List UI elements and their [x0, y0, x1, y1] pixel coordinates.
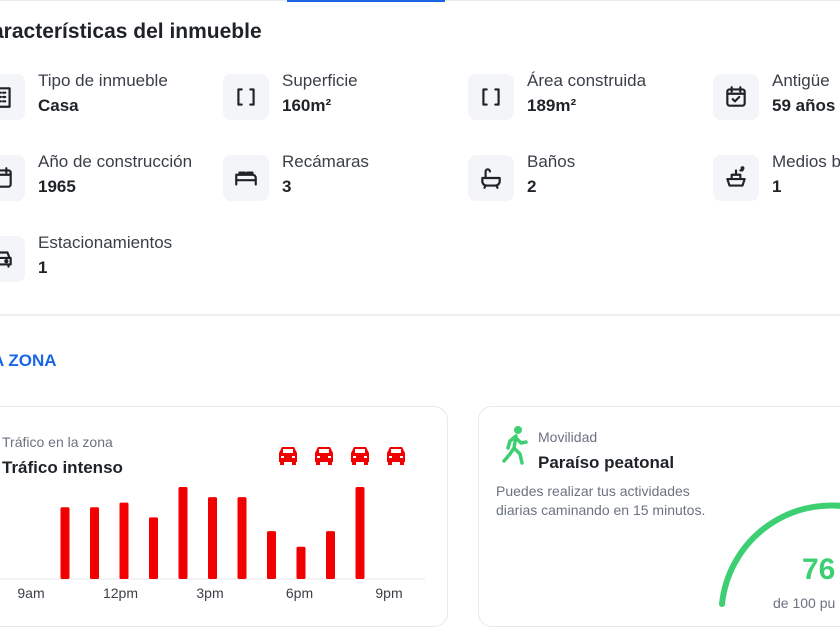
- calendar-check-icon: [713, 74, 759, 120]
- feature-value: 1: [38, 258, 48, 277]
- calendar-icon: [0, 155, 25, 201]
- feature-value: 189m²: [527, 96, 577, 115]
- building-icon: [0, 74, 25, 120]
- feature-value: 59 años: [772, 96, 836, 115]
- bathtub-icon: [468, 155, 514, 201]
- mobility-score-suffix: de 100 pu: [773, 595, 836, 611]
- mobility-label: Movilidad: [538, 429, 598, 445]
- feature-label: Recámaras: [282, 152, 369, 171]
- feature-label: Baños: [527, 152, 576, 171]
- area-brackets-icon: [223, 74, 269, 120]
- mobility-value: Paraíso peatonal: [538, 453, 675, 472]
- traffic-bar: [267, 531, 276, 579]
- traffic-bar: [237, 497, 247, 579]
- feature-label: Tipo de inmueble: [38, 71, 168, 90]
- x-tick-label: 12pm: [103, 585, 138, 601]
- feature-label: Medios b: [772, 152, 840, 171]
- x-tick-label: 6pm: [286, 585, 313, 601]
- walking-person-icon: [502, 426, 528, 465]
- zone-title: A ZONA: [0, 351, 57, 370]
- features-title: aracterísticas del inmueble: [0, 20, 262, 43]
- traffic-bar: [119, 502, 129, 579]
- traffic-bar: [326, 531, 335, 579]
- x-tick-label: 9am: [17, 585, 44, 601]
- feature-value: 1965: [38, 177, 76, 196]
- feature-value: 160m²: [282, 96, 332, 115]
- traffic-card: Tráfico en la zona Tráfico intenso 9am 12…: [0, 406, 448, 627]
- traffic-bar: [149, 517, 158, 579]
- bed-icon: [223, 155, 269, 201]
- traffic-bar: [355, 487, 365, 579]
- feature-value: 1: [772, 177, 782, 196]
- feature-value: 2: [527, 177, 537, 196]
- traffic-bar: [178, 487, 188, 579]
- section-divider: [0, 314, 840, 316]
- feature-value: 3: [282, 177, 292, 196]
- feature-label: Antigüe: [772, 71, 830, 90]
- traffic-bar: [90, 507, 99, 579]
- mobility-card: Movilidad Paraíso peatonal Puedes realiz…: [478, 406, 840, 627]
- x-tick-label: 9pm: [375, 585, 402, 601]
- active-tab-indicator: [287, 0, 445, 2]
- traffic-bar: [296, 546, 306, 579]
- feature-label: Año de construcción: [38, 152, 193, 171]
- feature-value: Casa: [38, 96, 79, 115]
- mobility-score: 76: [802, 553, 836, 586]
- feature-label: Área construida: [527, 71, 647, 90]
- sink-icon: [713, 155, 759, 201]
- traffic-chart: 9am 12pm 3pm 6pm 9pm: [0, 487, 425, 601]
- car-icon: [0, 236, 25, 282]
- x-tick-label: 3pm: [196, 585, 223, 601]
- mobility-description: Puedes realizar tus actividades diarias …: [496, 483, 706, 518]
- feature-label: Estacionamientos: [38, 233, 173, 252]
- feature-label: Superficie: [282, 71, 358, 90]
- traffic-bar: [60, 507, 70, 579]
- area-brackets-icon: [468, 74, 514, 120]
- traffic-bar: [208, 497, 217, 579]
